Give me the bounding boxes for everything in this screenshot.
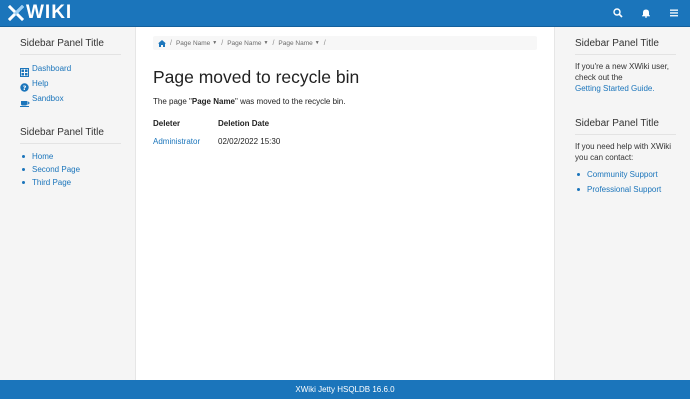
main-content: / Page Name ▼ / Page Name ▼ / Page Name ▼ /… bbox=[136, 27, 554, 380]
breadcrumb-item[interactable]: Page Name ▼ bbox=[227, 40, 268, 47]
footer-version-text: XWiki Jetty HSQLDB 16.6.0 bbox=[295, 385, 395, 394]
panel-text: If you need help with XWiki you can cont… bbox=[575, 142, 672, 162]
breadcrumb-separator: / bbox=[272, 39, 275, 47]
professional-support-link[interactable]: Professional Support bbox=[587, 185, 661, 194]
sidebar-item-dashboard[interactable]: Dashboard bbox=[20, 61, 121, 77]
svg-text:?: ? bbox=[23, 84, 27, 92]
breadcrumb-item[interactable]: Page Name ▼ bbox=[176, 40, 217, 47]
panel-text: If you're a new XWiki user, check out th… bbox=[575, 62, 670, 93]
page-title: Page moved to recycle bin bbox=[153, 67, 360, 87]
bullet-icon bbox=[22, 168, 25, 171]
deletion-table: Deleter Deletion Date Administrator 02/0… bbox=[153, 119, 328, 152]
menu-icon[interactable] bbox=[666, 5, 682, 21]
breadcrumb-separator: / bbox=[323, 39, 326, 47]
sidebar-item-home[interactable]: Home bbox=[20, 150, 121, 163]
search-icon[interactable] bbox=[610, 5, 626, 21]
sidebar-link-third-page[interactable]: Third Page bbox=[32, 178, 71, 187]
left-panel-navigation: Sidebar Panel Title Dashboard ? Help San… bbox=[20, 38, 121, 107]
getting-started-link[interactable]: Getting Started Guide. bbox=[575, 84, 655, 93]
caret-down-icon: ▼ bbox=[263, 40, 269, 46]
support-item-professional[interactable]: Professional Support bbox=[575, 182, 676, 197]
breadcrumb-separator: / bbox=[170, 39, 172, 47]
caret-down-icon: ▼ bbox=[314, 40, 320, 46]
deletion-date: 02/02/2022 15:30 bbox=[218, 137, 281, 146]
sidebar-link-sandbox[interactable]: Sandbox bbox=[32, 94, 64, 103]
home-icon[interactable] bbox=[158, 39, 166, 47]
breadcrumb-separator: / bbox=[221, 39, 224, 47]
breadcrumb-item[interactable]: Page Name ▼ bbox=[278, 40, 319, 47]
bullet-icon bbox=[22, 181, 25, 184]
bell-icon[interactable] bbox=[638, 5, 654, 21]
deletion-message: The page "Page Name" was moved to the re… bbox=[153, 97, 346, 106]
bullet-icon bbox=[577, 173, 580, 176]
help-icon: ? bbox=[20, 79, 29, 92]
panel-title: Sidebar Panel Title bbox=[20, 127, 121, 144]
support-item-community[interactable]: Community Support bbox=[575, 167, 676, 182]
table-row: Administrator 02/02/2022 15:30 bbox=[153, 137, 328, 152]
deleter-link[interactable]: Administrator bbox=[153, 137, 200, 146]
deleted-page-name: Page Name bbox=[191, 97, 236, 106]
sidebar-link-help[interactable]: Help bbox=[32, 79, 48, 88]
x-logo-icon bbox=[8, 5, 24, 21]
left-panel-pages: Sidebar Panel Title Home Second Page Thi… bbox=[20, 127, 121, 189]
sidebar-link-second-page[interactable]: Second Page bbox=[32, 165, 80, 174]
column-header-deletion-date: Deletion Date bbox=[218, 119, 270, 128]
dashboard-icon bbox=[20, 64, 29, 77]
column-header-deleter: Deleter bbox=[153, 119, 181, 128]
panel-title: Sidebar Panel Title bbox=[575, 38, 676, 55]
right-sidebar: Sidebar Panel Title If you're a new XWik… bbox=[554, 27, 690, 380]
caret-down-icon: ▼ bbox=[212, 40, 218, 46]
sidebar-link-dashboard[interactable]: Dashboard bbox=[32, 64, 71, 73]
sidebar-item-sandbox[interactable]: Sandbox bbox=[20, 91, 121, 107]
right-panel-support: Sidebar Panel Title If you need help wit… bbox=[575, 118, 676, 197]
breadcrumb: / Page Name ▼ / Page Name ▼ / Page Name ▼ / bbox=[153, 36, 537, 50]
sidebar-item-second-page[interactable]: Second Page bbox=[20, 163, 121, 176]
top-navbar: WIKI bbox=[0, 0, 690, 27]
bullet-icon bbox=[22, 155, 25, 158]
sidebar-item-help[interactable]: ? Help bbox=[20, 76, 121, 92]
table-header: Deleter Deletion Date bbox=[153, 119, 328, 134]
right-panel-getting-started: Sidebar Panel Title If you're a new XWik… bbox=[575, 38, 676, 94]
panel-title: Sidebar Panel Title bbox=[20, 38, 121, 55]
left-sidebar: Sidebar Panel Title Dashboard ? Help San… bbox=[0, 27, 136, 380]
panel-title: Sidebar Panel Title bbox=[575, 118, 676, 135]
bullet-icon bbox=[577, 188, 580, 191]
sidebar-item-third-page[interactable]: Third Page bbox=[20, 176, 121, 189]
logo-text: WIKI bbox=[26, 2, 73, 23]
footer: XWiki Jetty HSQLDB 16.6.0 bbox=[0, 380, 690, 399]
xwiki-logo[interactable]: WIKI bbox=[8, 3, 72, 23]
community-support-link[interactable]: Community Support bbox=[587, 170, 658, 179]
sidebar-link-home[interactable]: Home bbox=[32, 152, 53, 161]
sandbox-icon bbox=[20, 94, 30, 107]
